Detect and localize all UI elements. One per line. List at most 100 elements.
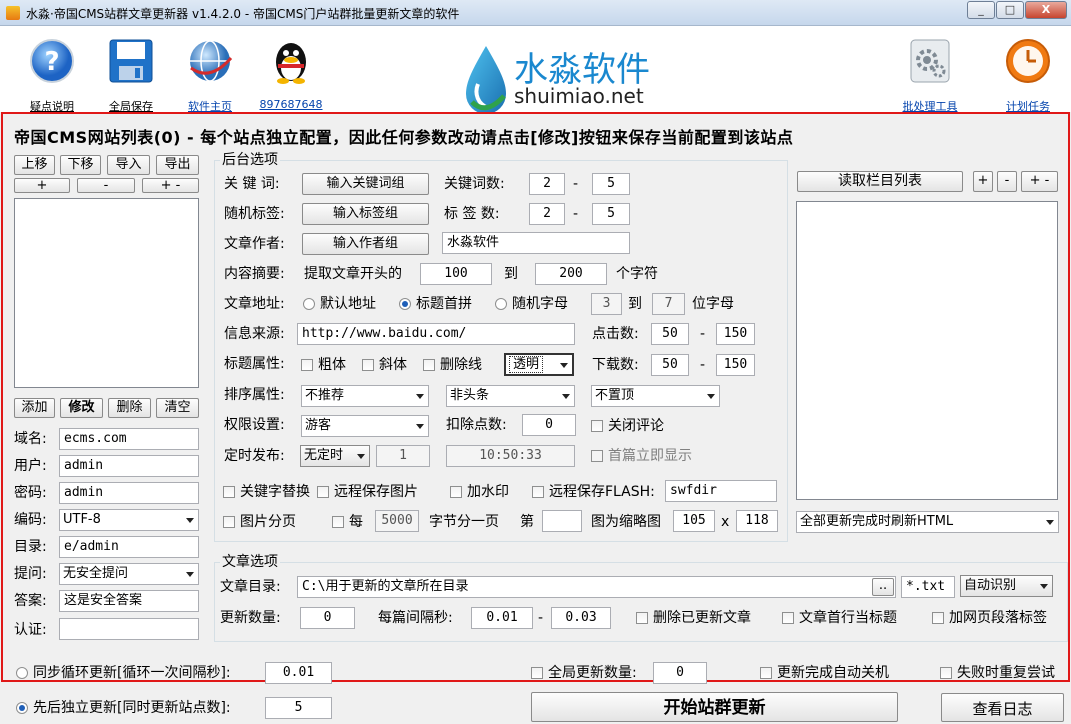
nth-input[interactable] — [542, 510, 582, 532]
toolbar-batch-tool[interactable]: 批处理工具 — [895, 34, 965, 114]
image-paging-checkbox[interactable] — [223, 516, 235, 528]
tag-count-min-input[interactable]: 2 — [529, 203, 565, 225]
minimize-button[interactable]: _ — [967, 1, 995, 19]
keyword-count-min-input[interactable]: 2 — [529, 173, 565, 195]
url-pinyin-radio[interactable] — [399, 298, 411, 310]
export-button[interactable]: 导出 — [156, 155, 199, 175]
close-button[interactable]: X — [1025, 1, 1067, 19]
edit-button[interactable]: 修改 — [60, 398, 103, 418]
read-column-list-button[interactable]: 读取栏目列表 — [797, 171, 963, 192]
site-plusminus-button[interactable]: + - — [142, 178, 199, 193]
keyword-group-button[interactable]: 输入关键词组 — [302, 173, 429, 195]
extension-input[interactable]: *.txt — [901, 576, 955, 598]
auth-input[interactable] — [59, 618, 199, 640]
refresh-html-select[interactable]: 全部更新完成时刷新HTML — [796, 511, 1059, 533]
remote-flash-checkbox[interactable] — [532, 486, 544, 498]
user-input[interactable]: admin — [59, 455, 199, 477]
delete-updated-label: 删除已更新文章 — [653, 610, 751, 626]
strike-checkbox[interactable] — [423, 359, 435, 371]
timed-select[interactable]: 无定时 — [300, 445, 370, 467]
permission-select[interactable]: 游客 — [301, 415, 429, 437]
clear-button[interactable]: 清空 — [156, 398, 199, 418]
column-plusminus-button[interactable]: + - — [1021, 171, 1058, 192]
top-select[interactable]: 不置顶 — [591, 385, 720, 407]
top-select-value: 不置顶 — [595, 388, 635, 403]
summary-min-input[interactable]: 100 — [420, 263, 492, 285]
column-list[interactable] — [796, 201, 1058, 500]
interval-max-input[interactable]: 0.03 — [551, 607, 611, 629]
move-down-button[interactable]: 下移 — [60, 155, 101, 175]
add-button[interactable]: 添加 — [14, 398, 55, 418]
summary-max-input[interactable]: 200 — [535, 263, 607, 285]
encoding-select[interactable]: UTF-8 — [59, 509, 199, 531]
toolbar-qq[interactable]: 897687648 — [256, 34, 326, 111]
browse-button[interactable]: .. — [872, 578, 894, 596]
domain-input[interactable]: ecms.com — [59, 428, 199, 450]
url-min-input[interactable]: 3 — [591, 293, 622, 315]
flash-dir-input[interactable]: swfdir — [665, 480, 777, 502]
thumbnail-height-input[interactable]: 118 — [736, 510, 778, 532]
every-checkbox[interactable] — [332, 516, 344, 528]
sort-select[interactable]: 不推荐 — [301, 385, 429, 407]
retry-checkbox[interactable] — [940, 667, 952, 679]
watermark-checkbox[interactable] — [450, 486, 462, 498]
answer-input[interactable]: 这是安全答案 — [59, 590, 199, 612]
author-input[interactable]: 水淼软件 — [442, 232, 630, 254]
close-comment-checkbox[interactable] — [591, 420, 603, 432]
timed-number-input[interactable]: 1 — [376, 445, 430, 467]
italic-checkbox[interactable] — [362, 359, 374, 371]
delete-updated-checkbox[interactable] — [636, 612, 648, 624]
sequential-update-radio[interactable] — [16, 702, 28, 714]
sync-loop-radio[interactable] — [16, 667, 28, 679]
password-input[interactable]: admin — [59, 482, 199, 504]
every-bytes-input[interactable]: 5000 — [375, 510, 419, 532]
directory-input[interactable]: e/admin — [59, 536, 199, 558]
downloads-min-input[interactable]: 50 — [651, 354, 689, 376]
deduct-input[interactable]: 0 — [522, 414, 576, 436]
paragraph-tags-checkbox[interactable] — [932, 612, 944, 624]
article-dir-input[interactable]: C:\用于更新的文章所在目录 — [297, 576, 896, 598]
site-minus-button[interactable]: - — [77, 178, 135, 193]
auto-shutdown-checkbox[interactable] — [760, 667, 772, 679]
remote-image-checkbox[interactable] — [317, 486, 329, 498]
maximize-button[interactable]: □ — [996, 1, 1024, 19]
url-default-radio[interactable] — [303, 298, 315, 310]
source-input[interactable]: http://www.baidu.com/ — [297, 323, 575, 345]
sequential-update-input[interactable]: 5 — [265, 697, 332, 719]
hits-max-input[interactable]: 150 — [716, 323, 755, 345]
site-plus-button[interactable]: + — [14, 178, 70, 193]
column-plus-button[interactable]: + — [973, 171, 993, 192]
toolbar-help[interactable]: ? 疑点说明 — [17, 34, 87, 114]
site-list[interactable] — [14, 198, 199, 388]
tag-count-max-input[interactable]: 5 — [592, 203, 630, 225]
thumbnail-width-input[interactable]: 105 — [673, 510, 715, 532]
timed-time-input[interactable]: 10:50:33 — [446, 445, 575, 467]
keyword-count-max-input[interactable]: 5 — [592, 173, 630, 195]
bold-checkbox[interactable] — [301, 359, 313, 371]
update-count-input[interactable]: 0 — [300, 607, 355, 629]
keyword-replace-checkbox[interactable] — [223, 486, 235, 498]
article-encoding-select[interactable]: 自动识别 — [960, 575, 1053, 597]
hits-min-input[interactable]: 50 — [651, 323, 689, 345]
toolbar-schedule[interactable]: 计划任务 — [993, 34, 1063, 114]
title-color-select[interactable]: 透明 — [504, 353, 574, 376]
global-count-checkbox[interactable] — [531, 667, 543, 679]
downloads-max-input[interactable]: 150 — [716, 354, 755, 376]
headline-select[interactable]: 非头条 — [446, 385, 575, 407]
move-up-button[interactable]: 上移 — [14, 155, 55, 175]
url-random-radio[interactable] — [495, 298, 507, 310]
interval-min-input[interactable]: 0.01 — [471, 607, 533, 629]
first-show-checkbox[interactable] — [591, 450, 603, 462]
global-count-input[interactable]: 0 — [653, 662, 707, 684]
sync-loop-input[interactable]: 0.01 — [265, 662, 332, 684]
column-minus-button[interactable]: - — [997, 171, 1017, 192]
toolbar-save[interactable]: 全局保存 — [96, 34, 166, 114]
author-group-button[interactable]: 输入作者组 — [302, 233, 429, 255]
question-select[interactable]: 无安全提问 — [59, 563, 199, 585]
tag-group-button[interactable]: 输入标签组 — [302, 203, 429, 225]
first-line-title-checkbox[interactable] — [782, 612, 794, 624]
url-max-input[interactable]: 7 — [652, 293, 685, 315]
toolbar-homepage[interactable]: 软件主页 — [175, 34, 245, 114]
import-button[interactable]: 导入 — [107, 155, 150, 175]
delete-button[interactable]: 删除 — [108, 398, 151, 418]
